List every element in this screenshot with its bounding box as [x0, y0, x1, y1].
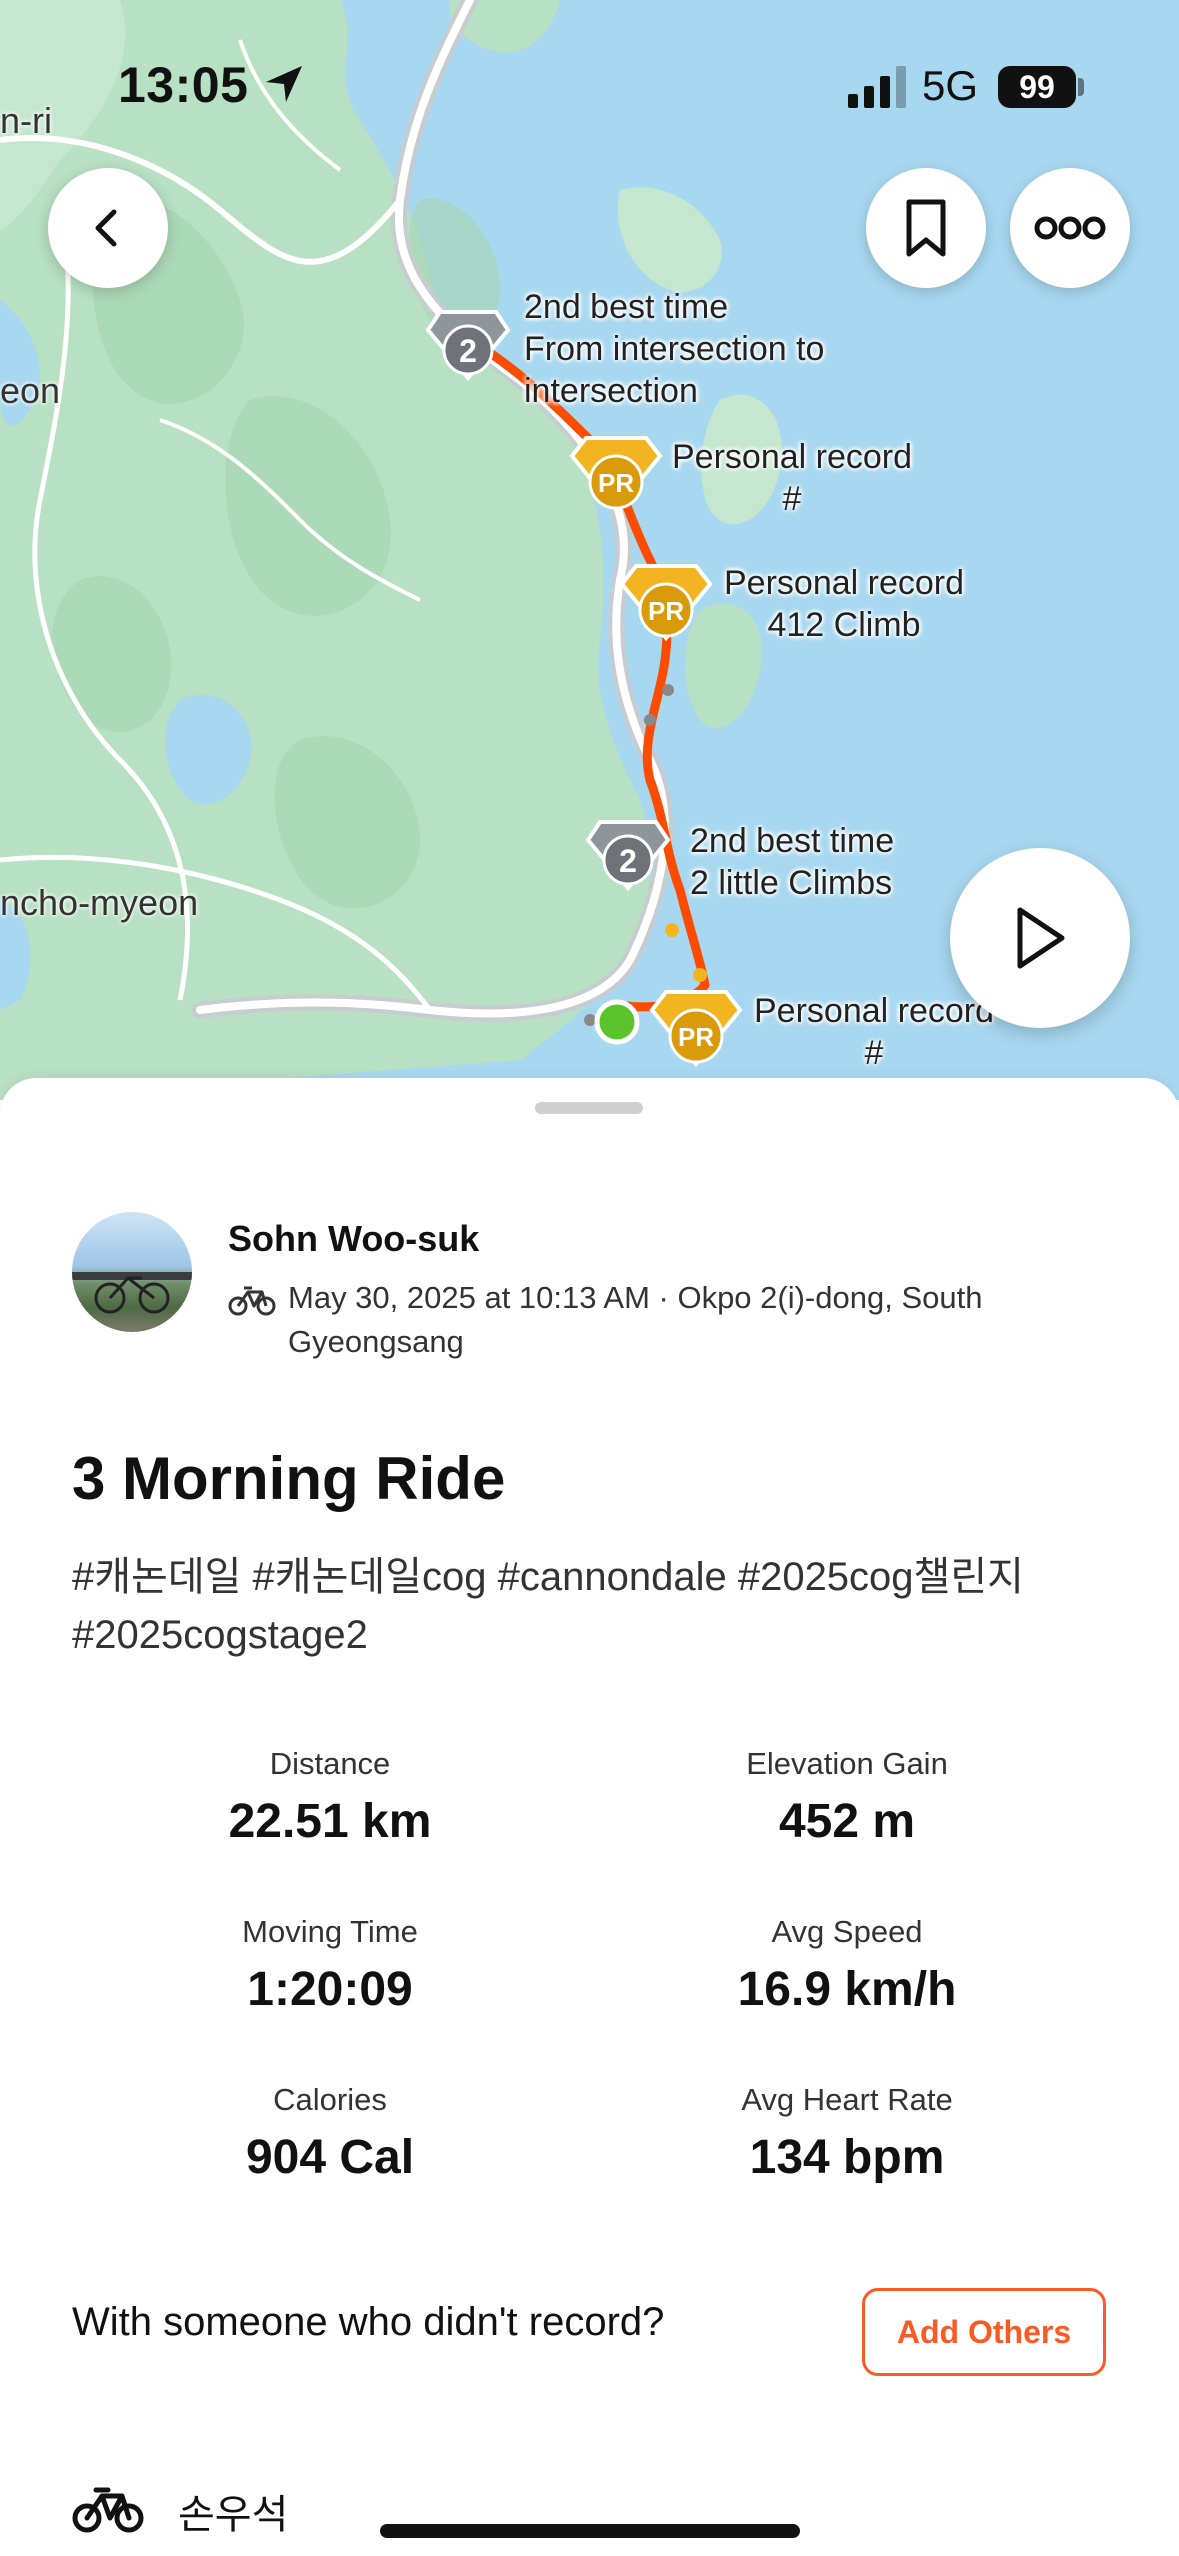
add-others-button[interactable]: Add Others [862, 2288, 1106, 2376]
svg-text:PR: PR [598, 468, 634, 498]
svg-text:2: 2 [619, 843, 637, 879]
stat-moving-time: Moving Time 1:20:09 [242, 1914, 418, 2016]
gear-name[interactable]: 손우석 [178, 2482, 288, 2540]
achievement-label: 2nd best time 2 little Climbs [690, 822, 895, 902]
svg-text:PR: PR [678, 1022, 714, 1052]
home-indicator[interactable] [380, 2524, 800, 2538]
more-options-button[interactable] [1010, 168, 1130, 288]
map-place-label: ncho-myeon [0, 882, 199, 923]
activity-description: #캐논데일 #캐논데일cog #cannondale #2025cog챌린지 #… [72, 1555, 1024, 1657]
bike-icon [72, 2487, 144, 2533]
stat-avg-heart-rate: Avg Heart Rate 134 bpm [741, 2082, 953, 2184]
activity-map[interactable]: 2 2 PR PR PR n-ri eon ncho-myeon 2nd bes… [0, 0, 1179, 1100]
start-marker [594, 999, 640, 1045]
achievement-label: Personal record 412 Climb [724, 564, 965, 644]
stat-avg-speed: Avg Speed 16.9 km/h [737, 1914, 957, 2016]
avatar[interactable] [72, 1212, 192, 1332]
stat-calories: Calories 904 Cal [245, 2082, 415, 2184]
signal-icon [848, 66, 906, 108]
sheet-grabber[interactable] [535, 1102, 643, 1114]
location-arrow-icon [266, 66, 302, 102]
bookmark-icon [906, 199, 946, 257]
bicycle-photo [72, 1272, 192, 1314]
ride-type-icon [228, 1286, 276, 1316]
athlete-name[interactable]: Sohn Woo-suk [228, 1218, 479, 1260]
activity-date-location: May 30, 2025 at 10:13 AM · Okpo 2(i)-don… [288, 1280, 983, 1359]
chevron-left-icon [95, 209, 117, 247]
bookmark-button[interactable] [866, 168, 986, 288]
map-place-label: eon [0, 370, 61, 411]
stat-distance: Distance 22.51 km [228, 1746, 432, 1848]
status-time: 13:05 [118, 57, 249, 113]
achievement-label: Personal record # [672, 438, 913, 518]
network-type: 5G [922, 62, 979, 109]
back-button[interactable] [48, 168, 168, 288]
achievement-label: Personal record # [754, 992, 995, 1072]
achievement-label: 2nd best time From intersection to inter… [524, 288, 825, 410]
svg-text:2: 2 [459, 333, 477, 369]
battery-tip [1078, 78, 1084, 96]
activity-title: 3 Morning Ride [72, 1445, 506, 1512]
activity-details-sheet: Sohn Woo-suk May 30, 2025 at 10:13 AM · … [0, 1078, 1179, 2556]
status-bar: 13:05 5G 99 [0, 0, 1179, 150]
stat-elevation-gain: Elevation Gain 452 m [746, 1746, 948, 1848]
more-icon [1034, 216, 1106, 240]
battery-icon: 99 [998, 66, 1076, 108]
play-icon [1017, 907, 1065, 969]
svg-text:PR: PR [648, 596, 684, 626]
with-others-prompt: With someone who didn't record? [72, 2300, 665, 2344]
flyover-play-button[interactable] [950, 848, 1130, 1028]
